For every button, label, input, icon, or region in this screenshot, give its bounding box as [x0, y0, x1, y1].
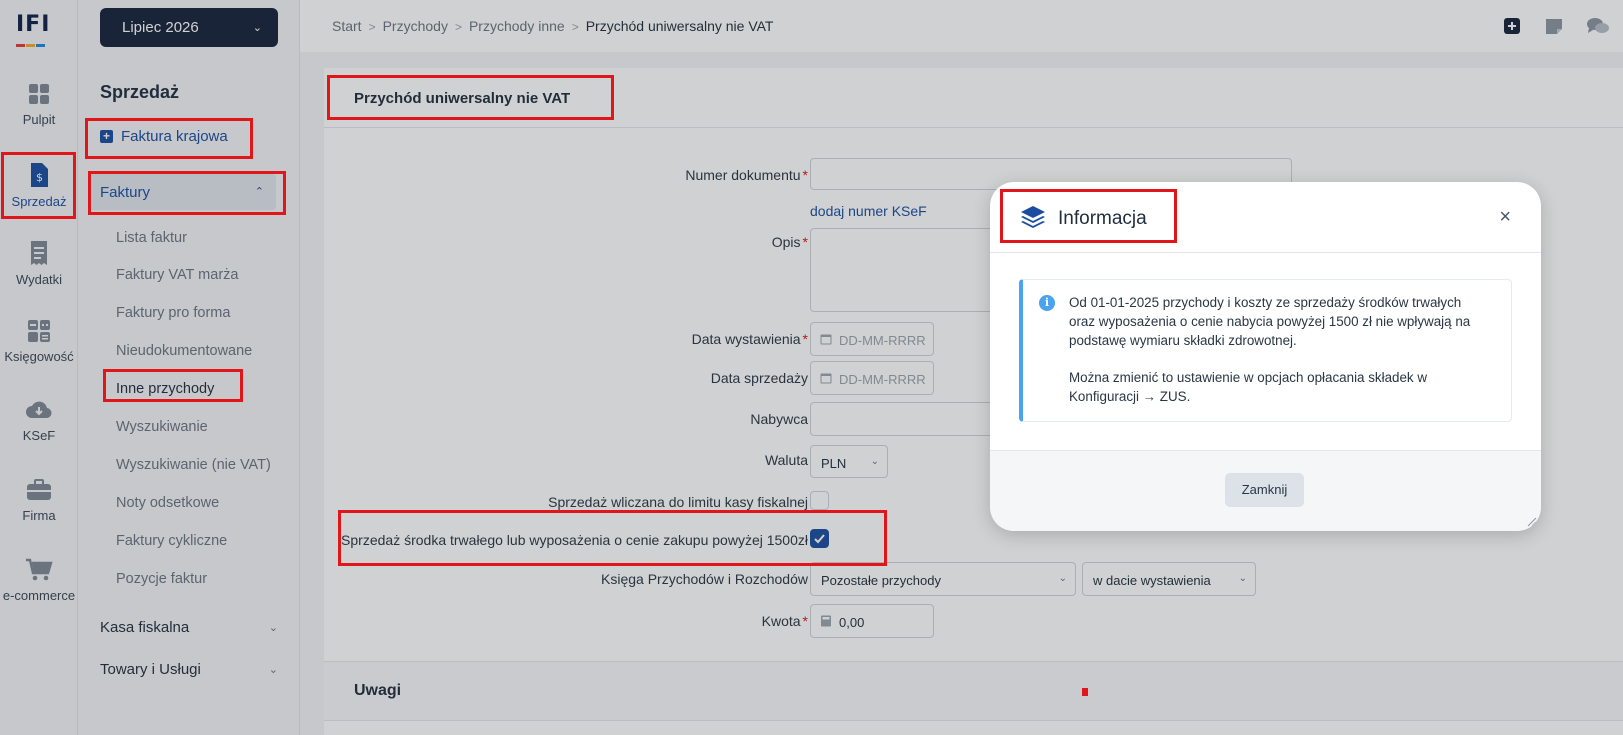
alert-line: oraz wyposażenia o cenie nabycia powyżej…	[1069, 314, 1471, 329]
info-icon: i	[1039, 295, 1055, 311]
close-button[interactable]: Zamknij	[1225, 473, 1304, 507]
modal-footer: Zamknij	[990, 450, 1541, 531]
highlight-inne-przychody	[103, 369, 243, 402]
close-icon[interactable]: ×	[1499, 206, 1511, 229]
alert-line: Można zmienić to ustawienie w opcjach op…	[1069, 370, 1428, 385]
resize-handle-icon[interactable]	[1527, 517, 1537, 527]
info-alert: i Od 01-01-2025 przychody i koszty ze sp…	[1019, 279, 1512, 422]
alert-line: Od 01-01-2025 przychody i koszty ze sprz…	[1069, 295, 1462, 310]
red-marker	[1082, 688, 1088, 696]
highlight-rail-sprzedaz	[1, 152, 76, 219]
highlight-fixed-asset-row	[338, 510, 887, 566]
highlight-modal-title	[1000, 189, 1177, 243]
alert-line: Konfiguracji → ZUS.	[1069, 389, 1191, 404]
highlight-form-title	[327, 75, 614, 120]
highlight-faktury-group	[88, 171, 286, 215]
alert-line: podstawę wymiaru składki zdrowotnej.	[1069, 333, 1297, 348]
highlight-new-invoice	[85, 118, 253, 159]
